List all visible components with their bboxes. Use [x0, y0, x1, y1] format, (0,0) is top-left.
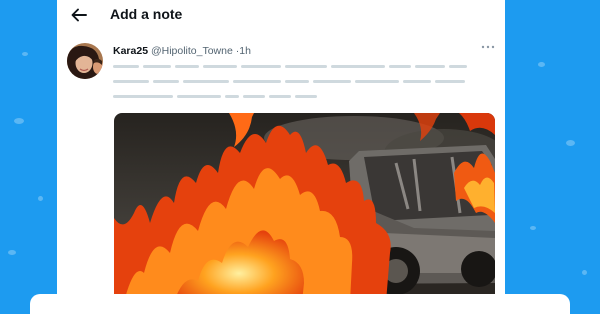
tweet-media[interactable] — [114, 113, 495, 302]
skeleton-line — [285, 65, 327, 68]
burning-car-image — [114, 113, 495, 302]
skeleton-line — [331, 65, 385, 68]
arrow-left-icon — [71, 8, 87, 22]
skeleton-line — [177, 95, 221, 98]
add-note-panel: Add a note Kara25 @Hipolito_Towne ·1h — [57, 0, 505, 302]
skeleton-line — [285, 80, 309, 83]
skeleton-line — [295, 95, 317, 98]
skeleton-line — [355, 80, 399, 83]
skeleton-line — [183, 80, 229, 83]
page-title: Add a note — [110, 6, 183, 22]
display-name[interactable]: Kara25 — [113, 45, 148, 57]
background-speck — [38, 196, 43, 201]
skeleton-line — [203, 65, 237, 68]
background-speck — [538, 62, 545, 67]
bottom-sheet — [30, 294, 570, 314]
skeleton-line — [233, 80, 281, 83]
skeleton-line — [403, 80, 431, 83]
skeleton-line — [269, 95, 291, 98]
background-speck — [22, 52, 28, 56]
avatar-image — [67, 43, 103, 79]
user-handle[interactable]: @Hipolito_Towne — [151, 45, 233, 57]
panel-header: Add a note — [57, 0, 505, 30]
skeleton-line — [113, 80, 149, 83]
skeleton-line — [153, 80, 179, 83]
skeleton-line — [113, 65, 139, 68]
tweet-meta: Kara25 @Hipolito_Towne ·1h — [113, 45, 251, 57]
timestamp[interactable]: 1h — [239, 45, 251, 57]
background-speck — [14, 118, 24, 124]
skeleton-line — [243, 95, 265, 98]
more-options-button[interactable] — [480, 40, 496, 54]
skeleton-line — [143, 65, 171, 68]
background-speck — [566, 140, 575, 146]
skeleton-line — [389, 65, 411, 68]
skeleton-line — [225, 95, 239, 98]
skeleton-line — [449, 65, 467, 68]
skeleton-line — [175, 65, 199, 68]
skeleton-line — [113, 95, 173, 98]
background-speck — [582, 270, 587, 275]
skeleton-line — [241, 65, 281, 68]
back-button[interactable] — [67, 3, 91, 27]
more-horizontal-icon — [481, 45, 495, 49]
background-speck — [8, 250, 16, 255]
skeleton-line — [313, 80, 351, 83]
background-speck — [530, 226, 536, 230]
skeleton-line — [435, 80, 465, 83]
avatar[interactable] — [67, 43, 103, 79]
skeleton-line — [415, 65, 445, 68]
